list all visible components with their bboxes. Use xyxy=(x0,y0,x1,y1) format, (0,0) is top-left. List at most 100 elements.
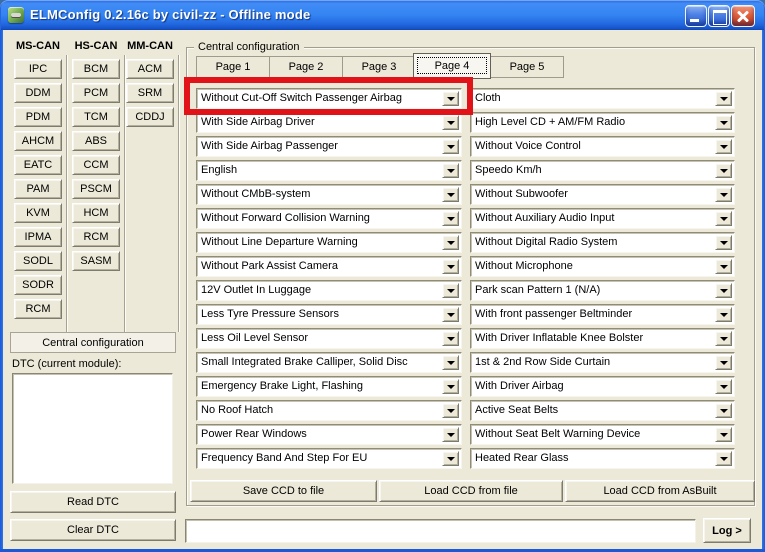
config-dropdown-left-9[interactable]: 12V Outlet In Luggage xyxy=(196,280,462,301)
module-button-kvm[interactable]: KVM xyxy=(14,203,62,223)
central-configuration-mode-button[interactable]: Central configuration xyxy=(10,332,176,353)
chevron-down-icon[interactable] xyxy=(442,235,459,250)
tab-page-5[interactable]: Page 5 xyxy=(490,56,564,78)
save-ccd-button[interactable]: Save CCD to file xyxy=(190,480,377,502)
chevron-down-icon[interactable] xyxy=(715,259,732,274)
config-dropdown-right-6[interactable]: Without Auxiliary Audio Input xyxy=(470,208,735,229)
chevron-down-icon[interactable] xyxy=(442,283,459,298)
chevron-down-icon[interactable] xyxy=(715,355,732,370)
config-dropdown-right-16[interactable]: Heated Rear Glass xyxy=(470,448,735,469)
module-button-hcm[interactable]: HCM xyxy=(72,203,120,223)
config-dropdown-left-6[interactable]: Without Forward Collision Warning xyxy=(196,208,462,229)
chevron-down-icon[interactable] xyxy=(442,91,459,106)
module-button-ddm[interactable]: DDM xyxy=(14,83,62,103)
chevron-down-icon[interactable] xyxy=(715,211,732,226)
minimize-icon[interactable] xyxy=(685,5,707,27)
module-button-sodl[interactable]: SODL xyxy=(14,251,62,271)
chevron-down-icon[interactable] xyxy=(442,211,459,226)
module-button-pam[interactable]: PAM xyxy=(14,179,62,199)
chevron-down-icon[interactable] xyxy=(442,163,459,178)
chevron-down-icon[interactable] xyxy=(715,163,732,178)
chevron-down-icon[interactable] xyxy=(715,139,732,154)
module-button-cddj[interactable]: CDDJ xyxy=(126,107,174,127)
dtc-listbox[interactable] xyxy=(12,373,173,484)
read-dtc-button[interactable]: Read DTC xyxy=(10,491,176,513)
config-dropdown-left-7[interactable]: Without Line Departure Warning xyxy=(196,232,462,253)
module-button-ipc[interactable]: IPC xyxy=(14,59,62,79)
config-dropdown-left-10[interactable]: Less Tyre Pressure Sensors xyxy=(196,304,462,325)
chevron-down-icon[interactable] xyxy=(442,307,459,322)
module-button-ahcm[interactable]: AHCM xyxy=(14,131,62,151)
config-dropdown-right-11[interactable]: With Driver Inflatable Knee Bolster xyxy=(470,328,735,349)
chevron-down-icon[interactable] xyxy=(442,355,459,370)
module-button-tcm[interactable]: TCM xyxy=(72,107,120,127)
module-button-rcm-hs[interactable]: RCM xyxy=(72,227,120,247)
config-dropdown-right-10[interactable]: With front passenger Beltminder xyxy=(470,304,735,325)
config-dropdown-left-3[interactable]: With Side Airbag Passenger xyxy=(196,136,462,157)
tab-page-1[interactable]: Page 1 xyxy=(196,56,270,78)
config-dropdown-right-8[interactable]: Without Microphone xyxy=(470,256,735,277)
chevron-down-icon[interactable] xyxy=(715,331,732,346)
config-dropdown-left-5[interactable]: Without CMbB-system xyxy=(196,184,462,205)
module-button-sasm[interactable]: SASM xyxy=(72,251,120,271)
config-dropdown-right-5[interactable]: Without Subwoofer xyxy=(470,184,735,205)
chevron-down-icon[interactable] xyxy=(715,403,732,418)
config-dropdown-left-11[interactable]: Less Oil Level Sensor xyxy=(196,328,462,349)
tab-page-4[interactable]: Page 4 xyxy=(413,53,491,79)
chevron-down-icon[interactable] xyxy=(715,307,732,322)
chevron-down-icon[interactable] xyxy=(715,283,732,298)
clear-dtc-button[interactable]: Clear DTC xyxy=(10,519,176,541)
chevron-down-icon[interactable] xyxy=(442,427,459,442)
config-dropdown-right-12[interactable]: 1st & 2nd Row Side Curtain xyxy=(470,352,735,373)
module-button-pscm[interactable]: PSCM xyxy=(72,179,120,199)
module-button-sodr[interactable]: SODR xyxy=(14,275,62,295)
command-input[interactable] xyxy=(185,519,696,543)
module-button-eatc[interactable]: EATC xyxy=(14,155,62,175)
config-dropdown-right-1[interactable]: Cloth xyxy=(470,88,735,109)
chevron-down-icon[interactable] xyxy=(715,451,732,466)
module-button-rcm-ms[interactable]: RCM xyxy=(14,299,62,319)
config-dropdown-left-1[interactable]: Without Cut-Off Switch Passenger Airbag xyxy=(196,88,462,109)
chevron-down-icon[interactable] xyxy=(715,427,732,442)
app-icon[interactable] xyxy=(8,7,24,23)
chevron-down-icon[interactable] xyxy=(442,451,459,466)
module-button-pcm[interactable]: PCM xyxy=(72,83,120,103)
chevron-down-icon[interactable] xyxy=(442,403,459,418)
chevron-down-icon[interactable] xyxy=(442,331,459,346)
module-button-acm[interactable]: ACM xyxy=(126,59,174,79)
config-dropdown-left-4[interactable]: English xyxy=(196,160,462,181)
chevron-down-icon[interactable] xyxy=(715,379,732,394)
config-dropdown-right-2[interactable]: High Level CD + AM/FM Radio xyxy=(470,112,735,133)
module-button-abs[interactable]: ABS xyxy=(72,131,120,151)
chevron-down-icon[interactable] xyxy=(715,235,732,250)
config-dropdown-left-2[interactable]: With Side Airbag Driver xyxy=(196,112,462,133)
config-dropdown-left-12[interactable]: Small Integrated Brake Calliper, Solid D… xyxy=(196,352,462,373)
chevron-down-icon[interactable] xyxy=(442,139,459,154)
config-dropdown-right-7[interactable]: Without Digital Radio System xyxy=(470,232,735,253)
titlebar[interactable]: ELMConfig 0.2.16c by civil-zz - Offline … xyxy=(0,0,765,30)
module-button-srm[interactable]: SRM xyxy=(126,83,174,103)
chevron-down-icon[interactable] xyxy=(442,259,459,274)
config-dropdown-right-15[interactable]: Without Seat Belt Warning Device xyxy=(470,424,735,445)
chevron-down-icon[interactable] xyxy=(442,115,459,130)
chevron-down-icon[interactable] xyxy=(442,379,459,394)
chevron-down-icon[interactable] xyxy=(715,187,732,202)
load-ccd-file-button[interactable]: Load CCD from file xyxy=(379,480,563,502)
config-dropdown-left-15[interactable]: Power Rear Windows xyxy=(196,424,462,445)
maximize-icon[interactable] xyxy=(708,5,730,27)
config-dropdown-left-14[interactable]: No Roof Hatch xyxy=(196,400,462,421)
module-button-bcm[interactable]: BCM xyxy=(72,59,120,79)
chevron-down-icon[interactable] xyxy=(442,187,459,202)
module-button-ccm[interactable]: CCM xyxy=(72,155,120,175)
config-dropdown-right-9[interactable]: Park scan Pattern 1 (N/A) xyxy=(470,280,735,301)
config-dropdown-left-16[interactable]: Frequency Band And Step For EU xyxy=(196,448,462,469)
config-dropdown-left-8[interactable]: Without Park Assist Camera xyxy=(196,256,462,277)
module-button-pdm[interactable]: PDM xyxy=(14,107,62,127)
tab-page-2[interactable]: Page 2 xyxy=(269,56,343,78)
module-button-ipma[interactable]: IPMA xyxy=(14,227,62,247)
config-dropdown-left-13[interactable]: Emergency Brake Light, Flashing xyxy=(196,376,462,397)
chevron-down-icon[interactable] xyxy=(715,115,732,130)
close-icon[interactable] xyxy=(731,5,755,27)
config-dropdown-right-14[interactable]: Active Seat Belts xyxy=(470,400,735,421)
config-dropdown-right-13[interactable]: With Driver Airbag xyxy=(470,376,735,397)
